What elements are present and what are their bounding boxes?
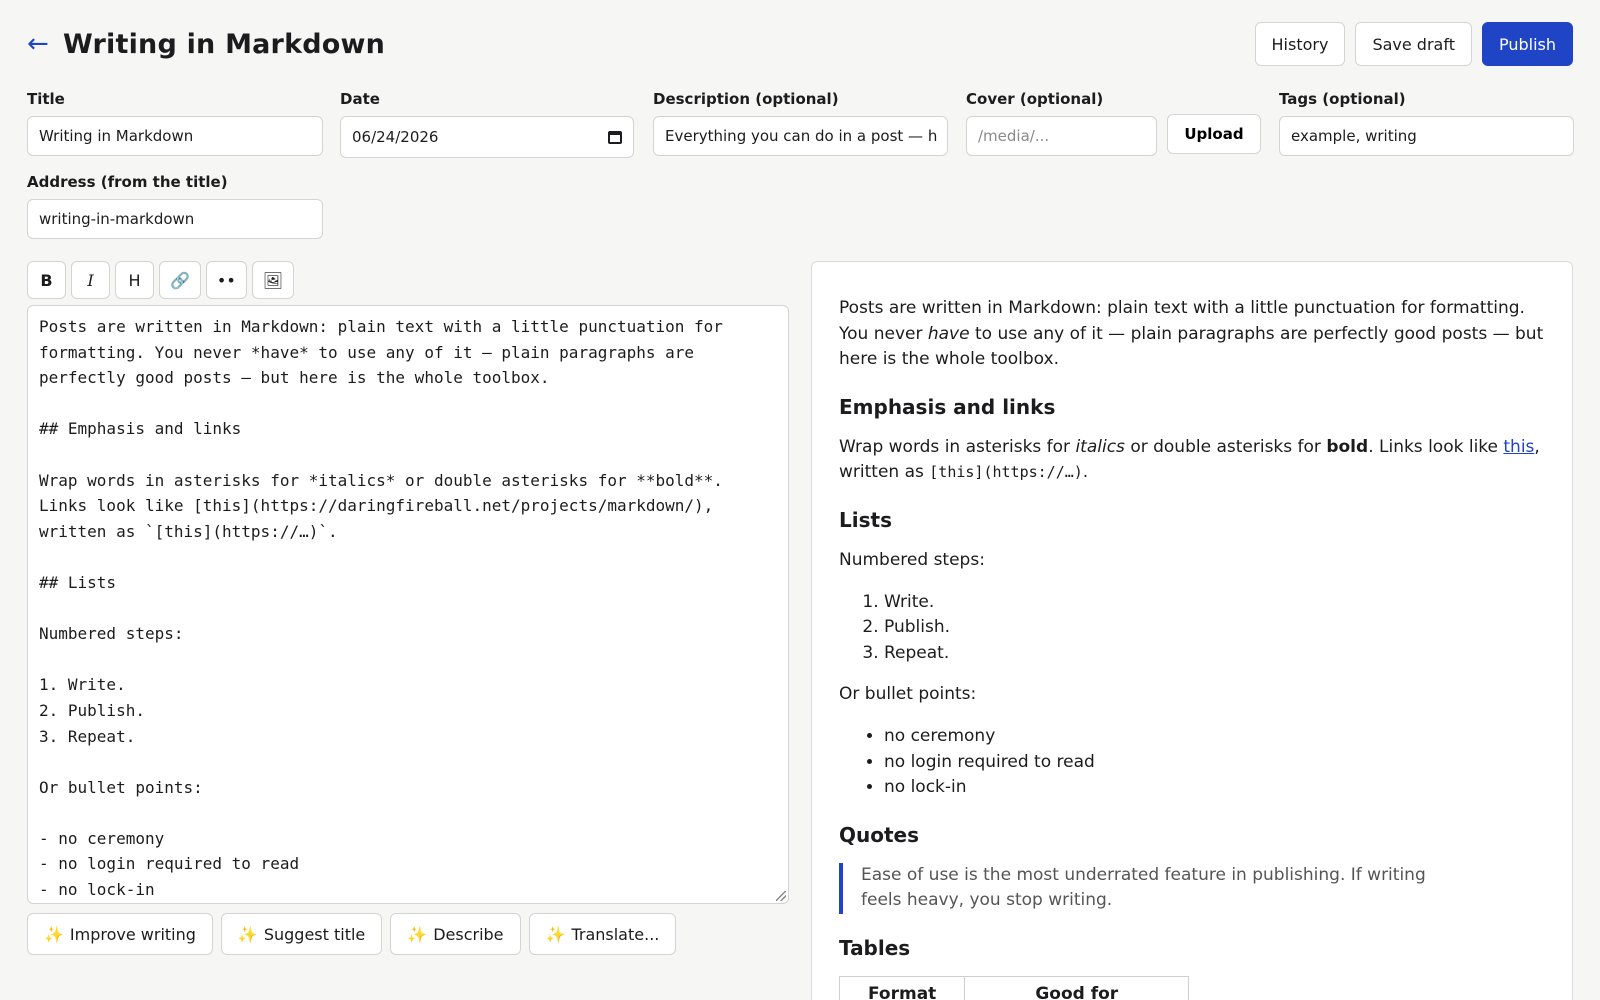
preview-heading-emphasis: Emphasis and links [839, 394, 1056, 419]
preview-text: or double asterisks for [1124, 436, 1327, 457]
description-input[interactable]: Everything you can do in a post — h [653, 116, 948, 156]
title-input[interactable]: Writing in Markdown [27, 116, 323, 156]
title-label: Title [27, 90, 65, 108]
preview-code: [this](https://…) [929, 463, 1083, 482]
preview-text: . Links look like [1368, 436, 1504, 457]
editor-page: ← Writing in Markdown History Save draft… [0, 0, 1600, 1000]
preview-bold: bold [1326, 436, 1369, 457]
improve-writing-button[interactable]: ✨ Improve writing [27, 913, 213, 955]
cover-label: Cover (optional) [966, 90, 1104, 108]
preview-text: . [1082, 462, 1089, 483]
upload-button[interactable]: Upload [1167, 114, 1261, 154]
bold-button[interactable]: B [27, 261, 66, 299]
ai-actions: ✨ Improve writing ✨ Suggest title ✨ Desc… [27, 913, 677, 955]
sparkles-icon: ✨ [407, 924, 428, 944]
date-input[interactable]: 06/24/2026 [340, 116, 634, 158]
markdown-editor[interactable]: Posts are written in Markdown: plain tex… [27, 305, 789, 904]
table-header-good-for: Good for [964, 975, 1190, 1000]
suggest-title-button[interactable]: ✨ Suggest title [220, 913, 383, 955]
translate-button[interactable]: ✨ Translate... [528, 913, 677, 955]
list-item: Repeat. [884, 641, 1545, 667]
tags-input[interactable]: example, writing [1279, 116, 1574, 156]
markdown-preview: Posts are written in Markdown: plain tex… [811, 261, 1573, 1000]
preview-link[interactable]: this [1503, 437, 1534, 457]
list-item: no ceremony [884, 724, 1545, 750]
preview-heading-lists: Lists [839, 507, 892, 532]
preview-emphasis: have [927, 323, 970, 344]
link-icon[interactable]: 🔗 [159, 261, 201, 299]
header-actions: History Save draft Publish [1254, 22, 1573, 66]
bullet-list-icon[interactable]: •• [205, 261, 247, 299]
table-header-format: Format [838, 975, 966, 1000]
preview-intro: Posts are written in Markdown: plain tex… [839, 296, 1545, 373]
save-draft-button[interactable]: Save draft [1355, 22, 1472, 66]
history-button[interactable]: History [1254, 22, 1346, 66]
preview-heading-quotes: Quotes [839, 822, 920, 847]
preview-bullet-list: no ceremony no login required to read no… [839, 724, 1545, 801]
page-title: Writing in Markdown [63, 28, 386, 60]
tags-label: Tags (optional) [1279, 90, 1406, 108]
sparkles-icon: ✨ [237, 924, 258, 944]
sparkles-icon: ✨ [44, 924, 64, 944]
preview-numbered-intro: Numbered steps: [839, 549, 985, 570]
table-header-row: Format Good for [838, 975, 1190, 1000]
sparkles-icon: ✨ [545, 924, 566, 944]
formatting-toolbar: B I H 🔗 •• 🖼 [27, 261, 295, 299]
preview-italics: italics [1075, 436, 1125, 457]
address-input[interactable]: writing-in-markdown [27, 199, 323, 239]
tags-field-group: Tags (optional) example, writing [1279, 90, 1574, 156]
translate-label: Translate... [571, 924, 660, 944]
date-field-group: Date 06/24/2026 [340, 90, 634, 158]
describe-label: Describe [433, 924, 504, 944]
preview-heading-tables: Tables [839, 935, 911, 960]
date-value: 06/24/2026 [352, 128, 439, 146]
address-label: Address (from the title) [27, 173, 228, 191]
preview-bullets-intro: Or bullet points: [839, 684, 977, 705]
back-arrow-icon[interactable]: ← [27, 31, 63, 57]
italic-button[interactable]: I [71, 261, 110, 299]
improve-writing-label: Improve writing [69, 924, 196, 944]
preview-text: Wrap words in asterisks for [839, 436, 1076, 457]
list-item: no lock-in [884, 775, 1545, 801]
preview-emphasis-paragraph: Wrap words in asterisks for italics or d… [839, 435, 1545, 486]
list-item: Publish. [884, 615, 1545, 641]
preview-ordered-list: Write. Publish. Repeat. [839, 590, 1545, 667]
page-header: ← Writing in Markdown History Save draft… [27, 22, 1573, 66]
preview-blockquote: Ease of use is the most underrated featu… [839, 862, 1469, 914]
publish-button[interactable]: Publish [1481, 22, 1573, 66]
description-label: Description (optional) [653, 90, 839, 108]
cover-input[interactable]: /media/... [966, 116, 1157, 156]
resize-handle-icon[interactable] [776, 891, 786, 901]
calendar-icon[interactable] [608, 130, 622, 144]
description-field-group: Description (optional) Everything you ca… [653, 90, 948, 156]
editor-content[interactable]: Posts are written in Markdown: plain tex… [39, 314, 777, 903]
title-field-group: Title Writing in Markdown [27, 90, 323, 156]
image-icon[interactable]: 🖼 [251, 261, 295, 299]
date-label: Date [340, 90, 380, 108]
describe-button[interactable]: ✨ Describe [390, 913, 521, 955]
suggest-title-label: Suggest title [263, 924, 366, 944]
preview-table: Format Good for [838, 975, 1190, 1000]
cover-field-group: Cover (optional) /media/... [966, 90, 1157, 156]
heading-button[interactable]: H [115, 261, 154, 299]
address-field-group: Address (from the title) writing-in-mark… [27, 173, 323, 239]
list-item: Write. [884, 590, 1545, 616]
list-item: no login required to read [884, 750, 1545, 776]
